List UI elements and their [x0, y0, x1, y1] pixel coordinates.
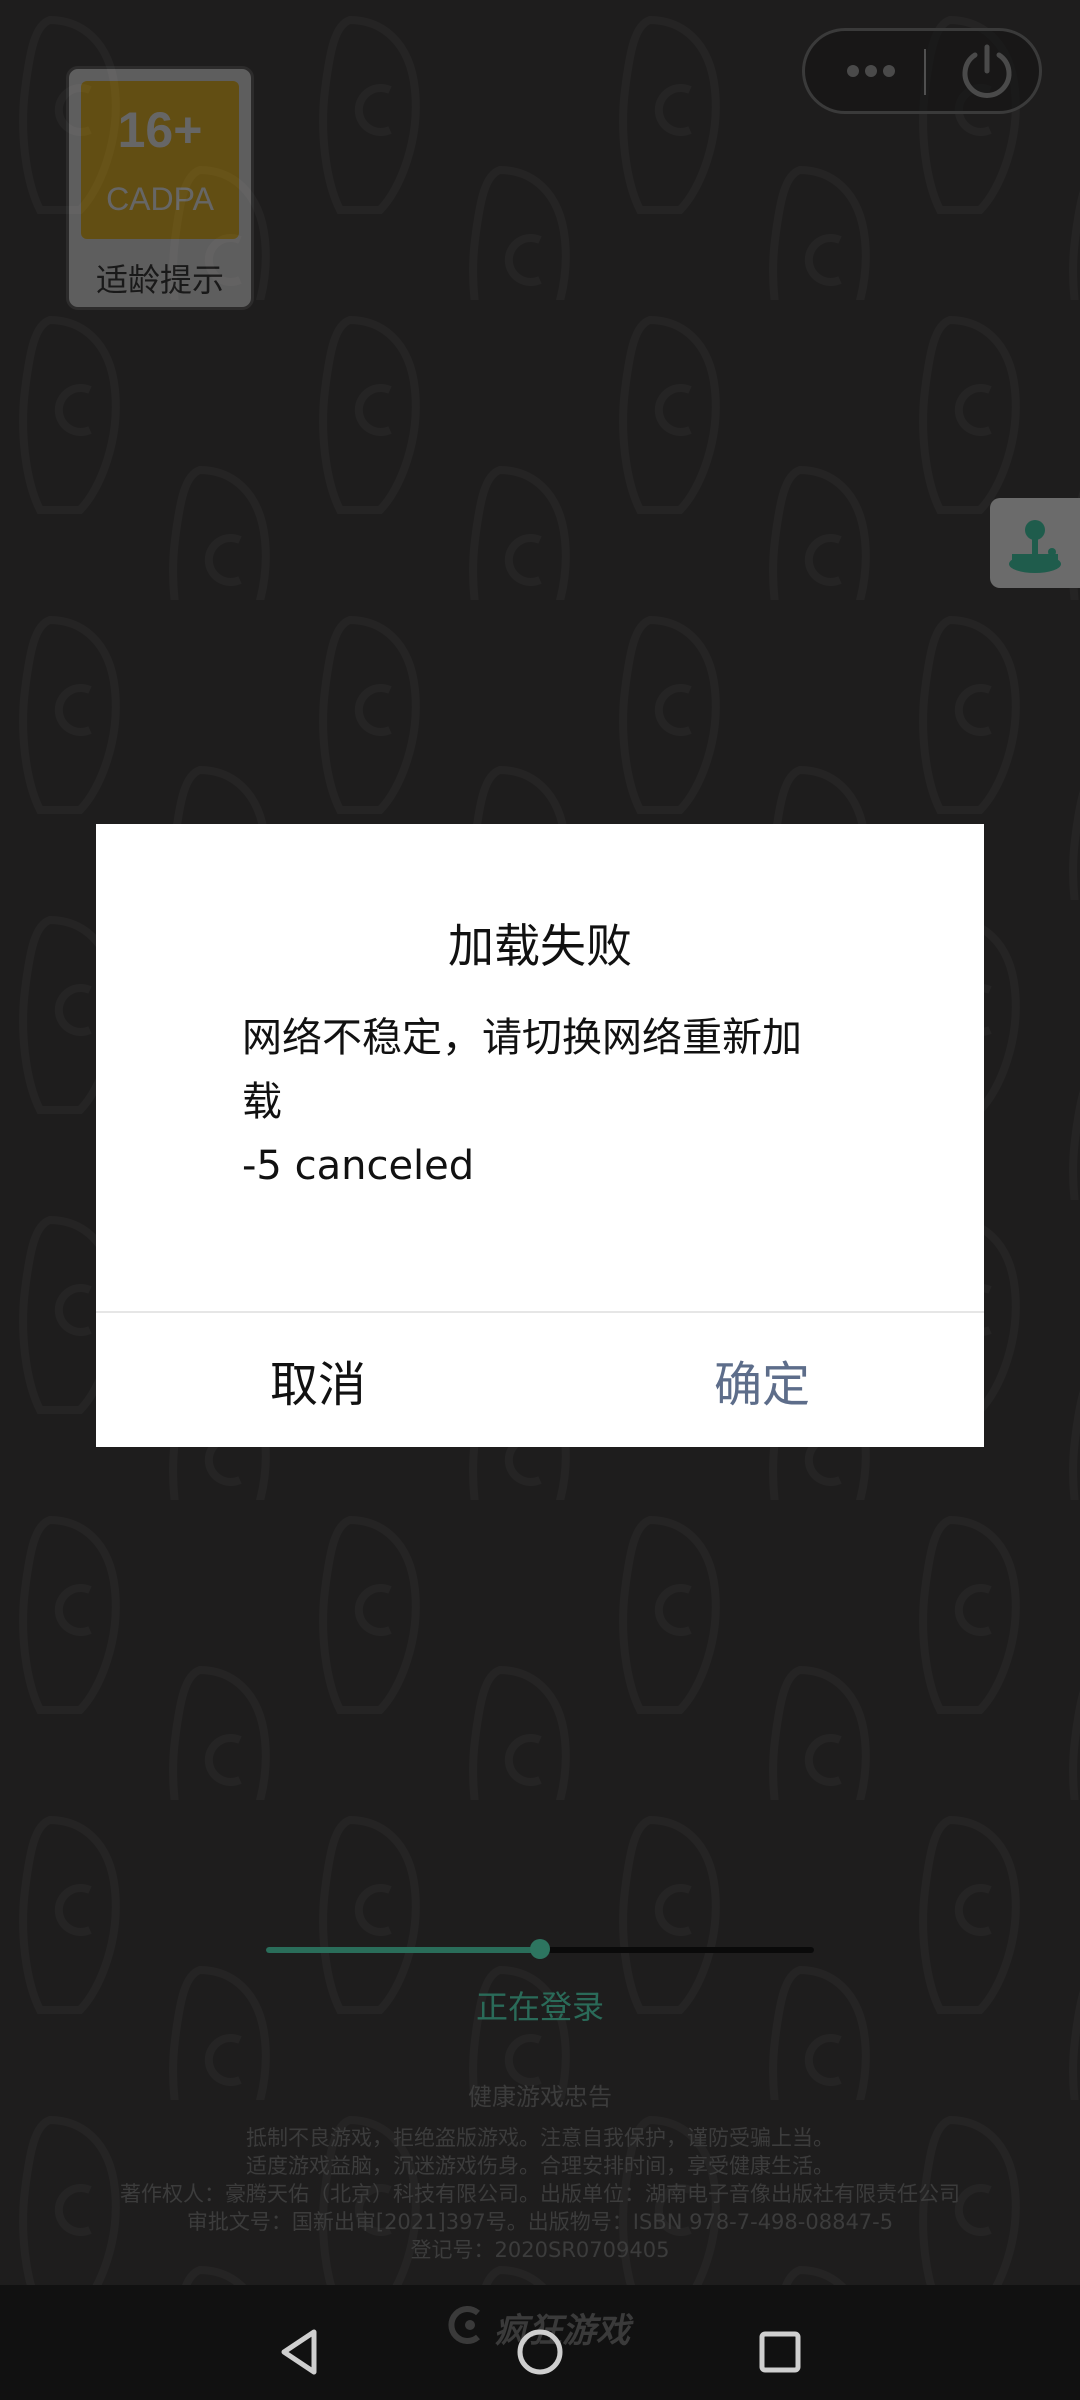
notice-line: 审批文号：国新出审[2021]397号。出版物号：ISBN 978-7-498-… [186, 2210, 894, 2234]
joystick-icon [1009, 520, 1061, 573]
login-progress-bar [266, 1939, 814, 1959]
progress-fill [266, 1947, 540, 1953]
more-dots-icon[interactable] [823, 31, 919, 111]
health-notice-title: 健康游戏忠告 [468, 2083, 612, 2111]
dialog-message: 网络不稳定，请切换网络重新加 载 -5 canceled [242, 1006, 842, 1198]
joystick-side-button[interactable] [990, 498, 1080, 588]
dialog-message-line: 载 [242, 1079, 282, 1125]
load-failed-dialog: 加载失败 网络不稳定，请切换网络重新加 载 -5 canceled 取消 确定 [96, 824, 984, 1447]
brand-logo-icon [448, 2306, 480, 2344]
age-rating-number: 16+ [117, 102, 203, 158]
age-rating-badge[interactable]: 16+ CADPA 适龄提示 [66, 66, 254, 310]
power-icon[interactable] [939, 31, 1035, 111]
health-notice-text: 抵制不良游戏，拒绝盗版游戏。注意自我保护，谨防受骗上当。 适度游戏益脑，沉迷游戏… [0, 2124, 1080, 2264]
cancel-button[interactable]: 取消 [96, 1313, 540, 1447]
loading-status-text: 正在登录 [475, 1988, 604, 2026]
dialog-error-code: -5 canceled [242, 1143, 475, 1189]
menu-capsule [802, 28, 1042, 114]
back-triangle-icon[interactable] [270, 2322, 330, 2382]
progress-knob [530, 1939, 550, 1959]
game-screen: 16+ CADPA 适龄提示 正在登录 健康游戏忠告 抵制不良游戏，拒绝盗版游戏… [0, 0, 1080, 2400]
notice-line: 登记号：2020SR0709405 [410, 2238, 670, 2262]
age-rating-tile: 16+ CADPA [81, 81, 239, 239]
capsule-divider [924, 49, 926, 95]
notice-line: 抵制不良游戏，拒绝盗版游戏。注意自我保护，谨防受骗上当。 [246, 2126, 834, 2150]
notice-line: 适度游戏益脑，沉迷游戏伤身。合理安排时间，享受健康生活。 [246, 2154, 834, 2178]
confirm-button[interactable]: 确定 [540, 1313, 984, 1447]
age-rating-caption: 适龄提示 [95, 261, 224, 299]
notice-line: 著作权人：豪腾天佑（北京）科技有限公司。出版单位：湖南电子音像出版社有限责任公司 [120, 2182, 960, 2206]
dialog-message-line: 网络不稳定，请切换网络重新加 [242, 1015, 802, 1061]
dialog-title: 加载失败 [448, 919, 632, 973]
home-circle-icon[interactable] [510, 2322, 570, 2382]
recents-square-icon[interactable] [750, 2322, 810, 2382]
age-rating-org: CADPA [106, 181, 214, 217]
